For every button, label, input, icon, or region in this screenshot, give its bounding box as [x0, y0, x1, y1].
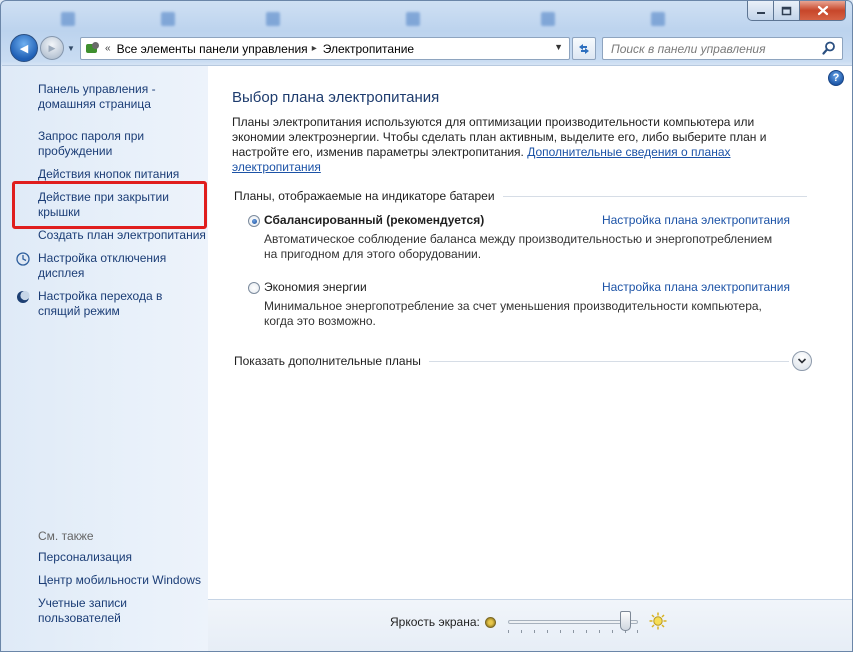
main-content: ? Выбор плана электропитания Планы элект…: [208, 65, 852, 599]
display-timer-icon: [16, 252, 30, 266]
sidebar-link-sleep-settings[interactable]: Настройка перехода в спящий режим: [38, 289, 206, 319]
page-title: Выбор плана электропитания: [232, 89, 440, 106]
address-bar[interactable]: « Все элементы панели управления ▸ Элект…: [80, 37, 570, 60]
chevron-down-icon: ▼: [67, 44, 75, 53]
blurred-item-icon: [651, 11, 665, 27]
task-pane: Панель управления - домашняя страница За…: [2, 65, 208, 651]
dim-brightness-icon: [485, 617, 496, 628]
blurred-item-icon: [266, 11, 280, 27]
maximize-button[interactable]: [774, 1, 800, 21]
plan-power-saver-radio[interactable]: [248, 282, 260, 294]
control-panel-icon: [84, 41, 102, 57]
refresh-icon: [579, 43, 589, 54]
brightness-label: Яркость экрана:: [390, 615, 480, 629]
minimize-icon: [756, 11, 765, 14]
sidebar-link-power-buttons[interactable]: Действия кнопок питания: [38, 167, 206, 182]
blurred-item-icon: [161, 11, 175, 27]
breadcrumb-overflow[interactable]: «: [105, 43, 111, 54]
blurred-item-icon: [61, 11, 75, 27]
sidebar-link-display-off[interactable]: Настройка отключения дисплея: [38, 251, 206, 281]
show-more-plans-label[interactable]: Показать дополнительные планы: [234, 354, 429, 368]
close-icon: [817, 5, 828, 16]
control-panel-window: ◀ ▶ ▼ « Все элементы панели управления ▸…: [0, 0, 853, 652]
expand-more-plans-button[interactable]: [792, 351, 812, 371]
brightness-slider-ticks: [508, 630, 638, 634]
plans-group-heading: Планы, отображаемые на индикаторе батаре…: [234, 189, 503, 203]
plan-balanced-settings-link[interactable]: Настройка плана электропитания: [602, 213, 790, 227]
sidebar-link-control-panel-home[interactable]: Панель управления - домашняя страница: [38, 82, 206, 112]
brightness-slider-thumb[interactable]: [619, 611, 631, 631]
breadcrumb-all-items[interactable]: Все элементы панели управления: [117, 42, 308, 56]
brightness-slider-track[interactable]: [508, 620, 638, 624]
plan-balanced-name[interactable]: Сбалансированный (рекомендуется): [264, 213, 484, 227]
blurred-item-icon: [541, 11, 555, 27]
background-taskbar-blur: [1, 1, 741, 31]
help-button[interactable]: ?: [828, 70, 844, 86]
forward-arrow-icon: ▶: [48, 42, 56, 53]
see-also-mobility-center[interactable]: Центр мобильности Windows: [38, 573, 206, 588]
maximize-icon: [781, 6, 792, 15]
refresh-button[interactable]: [572, 37, 596, 60]
minimize-button[interactable]: [747, 1, 774, 21]
see-also-user-accounts[interactable]: Учетные записи пользователей: [38, 596, 206, 626]
chevron-down-icon: [797, 358, 807, 364]
close-button[interactable]: [800, 1, 846, 21]
search-icon[interactable]: [822, 41, 836, 55]
plan-power-saver-description: Минимальное энергопотребление за счет ум…: [264, 299, 762, 328]
plan-power-saver: Экономия энергии Настройка плана электро…: [248, 280, 808, 330]
see-also-heading: См. также: [38, 529, 94, 543]
plan-power-saver-settings-link[interactable]: Настройка плана электропитания: [602, 280, 790, 294]
highlight-annotation-box: [12, 181, 207, 229]
search-box: [602, 37, 843, 60]
back-arrow-icon: ◀: [19, 42, 29, 55]
see-also-personalization[interactable]: Персонализация: [38, 550, 206, 565]
navigation-bar: ◀ ▶ ▼ « Все элементы панели управления ▸…: [1, 31, 852, 65]
sidebar-link-create-plan[interactable]: Создать план электропитания: [38, 228, 206, 243]
blurred-item-icon: [406, 11, 420, 27]
plan-balanced-radio[interactable]: [248, 215, 260, 227]
back-button[interactable]: ◀: [10, 34, 38, 62]
bright-sun-icon: [649, 612, 667, 630]
help-icon: ?: [832, 72, 840, 84]
sleep-moon-icon: [17, 290, 30, 303]
sidebar-link-password-on-wakeup[interactable]: Запрос пароля при пробуждении: [38, 129, 206, 159]
caption-buttons: [747, 1, 846, 21]
intro-paragraph: Планы электропитания используются для оп…: [232, 115, 792, 175]
plan-balanced-description: Автоматическое соблюдение баланса между …: [264, 232, 773, 261]
forward-button[interactable]: ▶: [40, 36, 64, 60]
address-dropdown-icon[interactable]: ▼: [554, 42, 563, 52]
breadcrumb-separator-icon[interactable]: ▸: [312, 43, 317, 54]
search-input[interactable]: [603, 38, 813, 59]
brightness-bar: Яркость экрана:: [208, 599, 852, 651]
plan-balanced: Сбалансированный (рекомендуется) Настрой…: [248, 213, 808, 263]
plan-power-saver-name[interactable]: Экономия энергии: [264, 280, 367, 294]
recent-pages-dropdown[interactable]: ▼: [67, 44, 76, 53]
breadcrumb-power-options[interactable]: Электропитание: [323, 42, 414, 56]
